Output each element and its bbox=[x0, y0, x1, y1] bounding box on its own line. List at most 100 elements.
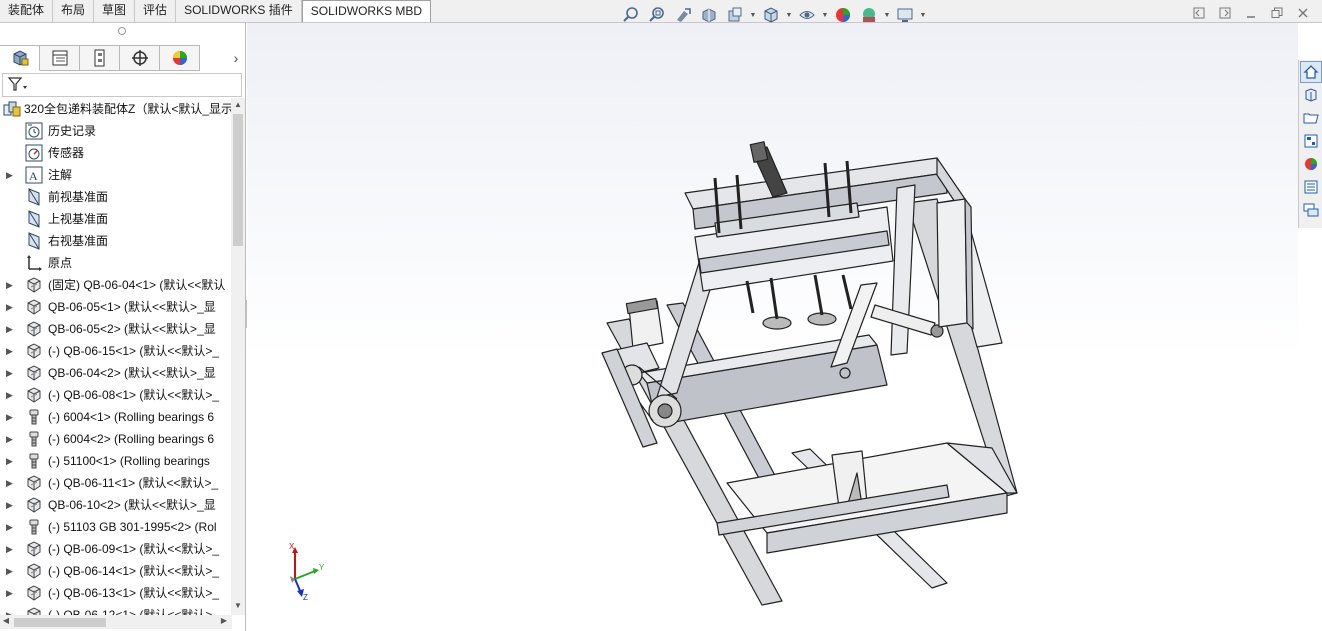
chevron-right-icon[interactable]: › bbox=[228, 49, 244, 67]
feature-tree-horizontal-scrollbar[interactable]: ◀ ▶ bbox=[0, 615, 232, 629]
expand-arrow-icon[interactable]: ▶ bbox=[6, 279, 16, 291]
filter-icon[interactable] bbox=[7, 76, 29, 95]
assembly-icon bbox=[3, 100, 21, 118]
scrollbar-thumb[interactable] bbox=[233, 114, 243, 246]
file-explorer-icon[interactable] bbox=[1300, 107, 1322, 129]
tree-item[interactable]: 历史记录 bbox=[0, 120, 232, 142]
scrollbar-thumb[interactable] bbox=[14, 618, 106, 627]
tree-item-label: QB-06-05<1> (默认<<默认>_显 bbox=[48, 300, 216, 314]
toolbox-part-icon bbox=[25, 430, 43, 448]
tree-item[interactable]: ▶ (-) QB-06-15<1> (默认<<默认>_ bbox=[0, 340, 232, 362]
tree-item[interactable]: ▶ (-) 51100<1> (Rolling bearings bbox=[0, 450, 232, 472]
solidworks-forum-icon[interactable] bbox=[1300, 199, 1322, 221]
tree-item[interactable]: 右视基准面 bbox=[0, 230, 232, 252]
restore-icon[interactable] bbox=[1264, 4, 1290, 22]
appearances-scenes-icon[interactable] bbox=[1300, 153, 1322, 175]
tree-item[interactable]: ▶ QB-06-05<1> (默认<<默认>_显 bbox=[0, 296, 232, 318]
part-icon bbox=[25, 386, 43, 404]
expand-arrow-icon[interactable]: ▶ bbox=[6, 455, 16, 467]
plane-icon bbox=[25, 232, 43, 250]
tree-item-label: (-) 51100<1> (Rolling bearings bbox=[48, 454, 210, 468]
tree-item-label: 320全包递料装配体Z（默认<默认_显示 bbox=[24, 102, 232, 116]
tree-item[interactable]: ▶ QB-06-04<2> (默认<<默认>_显 bbox=[0, 362, 232, 384]
expand-arrow-icon[interactable]: ▶ bbox=[6, 477, 16, 489]
configuration-manager-icon[interactable] bbox=[80, 45, 120, 71]
scroll-down-icon[interactable]: ▼ bbox=[231, 601, 245, 610]
tree-item[interactable]: 传感器 bbox=[0, 142, 232, 164]
tree-item[interactable]: ▶ (固定) QB-06-04<1> (默认<<默认 bbox=[0, 274, 232, 296]
dimxpert-manager-icon[interactable] bbox=[120, 45, 160, 71]
tab-layout[interactable]: 布局 bbox=[53, 0, 95, 22]
tree-item[interactable]: ▶ (-) QB-06-12<1> (默认<<默认>_ bbox=[0, 604, 232, 615]
tree-item[interactable]: ▶ (-) QB-06-08<1> (默认<<默认>_ bbox=[0, 384, 232, 406]
tree-item-label: 前视基准面 bbox=[48, 190, 109, 204]
expand-arrow-icon[interactable]: ▶ bbox=[6, 323, 16, 335]
triad-x-label: X bbox=[289, 542, 295, 551]
display-manager-icon[interactable] bbox=[160, 45, 200, 71]
tree-item-label: (-) QB-06-12<1> (默认<<默认>_ bbox=[48, 608, 220, 615]
panel-grip[interactable] bbox=[118, 27, 126, 35]
tab-sketch[interactable]: 草图 bbox=[94, 0, 136, 22]
assembly-model[interactable] bbox=[247, 23, 1298, 631]
tree-item[interactable]: ▶ QB-06-10<2> (默认<<默认>_显 bbox=[0, 494, 232, 516]
tree-root-assembly[interactable]: 320全包递料装配体Z（默认<默认_显示 bbox=[0, 98, 232, 120]
custom-properties-icon[interactable] bbox=[1300, 176, 1322, 198]
expand-arrow-icon[interactable]: ▶ bbox=[6, 433, 16, 445]
tree-item-label: (-) 51103 GB 301-1995<2> (Rol bbox=[48, 520, 217, 534]
part-icon bbox=[25, 298, 43, 316]
feature-tree-filter[interactable] bbox=[2, 73, 242, 97]
tree-item[interactable]: ▶ (-) QB-06-13<1> (默认<<默认>_ bbox=[0, 582, 232, 604]
part-icon bbox=[25, 320, 43, 338]
origin-icon bbox=[25, 254, 43, 272]
minimize-icon[interactable] bbox=[1238, 4, 1264, 22]
tree-item[interactable]: ▶ (-) 6004<2> (Rolling bearings 6 bbox=[0, 428, 232, 450]
scroll-up-icon[interactable]: ▲ bbox=[231, 100, 245, 109]
expand-arrow-icon[interactable]: ▶ bbox=[6, 543, 16, 555]
expand-arrow-icon[interactable]: ▶ bbox=[6, 345, 16, 357]
expand-arrow-icon[interactable]: ▶ bbox=[6, 411, 16, 423]
feature-manager-icon[interactable] bbox=[0, 45, 40, 71]
tree-item[interactable]: ▶ A 注解 bbox=[0, 164, 232, 186]
tab-assembly[interactable]: 装配体 bbox=[0, 0, 54, 22]
tree-item[interactable]: ▶ (-) QB-06-14<1> (默认<<默认>_ bbox=[0, 560, 232, 582]
reference-triad[interactable]: X Y Z bbox=[281, 542, 331, 603]
tree-item-label: 历史记录 bbox=[48, 124, 97, 138]
tree-item[interactable]: ▶ (-) 6004<1> (Rolling bearings 6 bbox=[0, 406, 232, 428]
tab-solidworks-mbd[interactable]: SOLIDWORKS MBD bbox=[301, 0, 432, 22]
expand-arrow-icon[interactable]: ▶ bbox=[6, 301, 16, 313]
tree-item-label: (固定) QB-06-04<1> (默认<<默认 bbox=[48, 278, 226, 292]
toolbox-part-icon bbox=[25, 452, 43, 470]
design-library-icon[interactable] bbox=[1300, 84, 1322, 106]
tree-item-label: 注解 bbox=[48, 168, 73, 182]
solidworks-resources-icon[interactable] bbox=[1300, 61, 1322, 83]
tab-evaluate[interactable]: 评估 bbox=[135, 0, 177, 22]
tile-right-icon[interactable] bbox=[1212, 4, 1238, 22]
graphics-area[interactable]: X Y Z bbox=[247, 23, 1298, 631]
tree-item[interactable]: 原点 bbox=[0, 252, 232, 274]
expand-arrow-icon[interactable]: ▶ bbox=[6, 587, 16, 599]
expand-arrow-icon[interactable]: ▶ bbox=[6, 169, 16, 181]
tree-item[interactable]: 上视基准面 bbox=[0, 208, 232, 230]
tree-item[interactable]: ▶ (-) 51103 GB 301-1995<2> (Rol bbox=[0, 516, 232, 538]
tree-item[interactable]: ▶ (-) QB-06-09<1> (默认<<默认>_ bbox=[0, 538, 232, 560]
part-icon bbox=[25, 364, 43, 382]
expand-arrow-icon[interactable]: ▶ bbox=[6, 521, 16, 533]
expand-arrow-icon[interactable]: ▶ bbox=[6, 389, 16, 401]
tree-item[interactable]: ▶ QB-06-05<2> (默认<<默认>_显 bbox=[0, 318, 232, 340]
tree-item[interactable]: 前视基准面 bbox=[0, 186, 232, 208]
expand-arrow-icon[interactable]: ▶ bbox=[6, 499, 16, 511]
scroll-right-icon[interactable]: ▶ bbox=[218, 616, 230, 625]
tree-item-label: 原点 bbox=[48, 256, 73, 270]
plane-icon bbox=[25, 188, 43, 206]
view-palette-icon[interactable] bbox=[1300, 130, 1322, 152]
close-icon[interactable] bbox=[1290, 4, 1316, 22]
expand-arrow-icon[interactable]: ▶ bbox=[6, 565, 16, 577]
tree-item-label: 右视基准面 bbox=[48, 234, 109, 248]
tile-left-icon[interactable] bbox=[1186, 4, 1212, 22]
feature-tree-vertical-scrollbar[interactable]: ▲ ▼ bbox=[231, 98, 245, 615]
scroll-left-icon[interactable]: ◀ bbox=[0, 616, 12, 625]
property-manager-icon[interactable] bbox=[40, 45, 80, 71]
tree-item[interactable]: ▶ (-) QB-06-11<1> (默认<<默认>_ bbox=[0, 472, 232, 494]
tab-solidworks-addins[interactable]: SOLIDWORKS 插件 bbox=[176, 0, 302, 22]
expand-arrow-icon[interactable]: ▶ bbox=[6, 367, 16, 379]
